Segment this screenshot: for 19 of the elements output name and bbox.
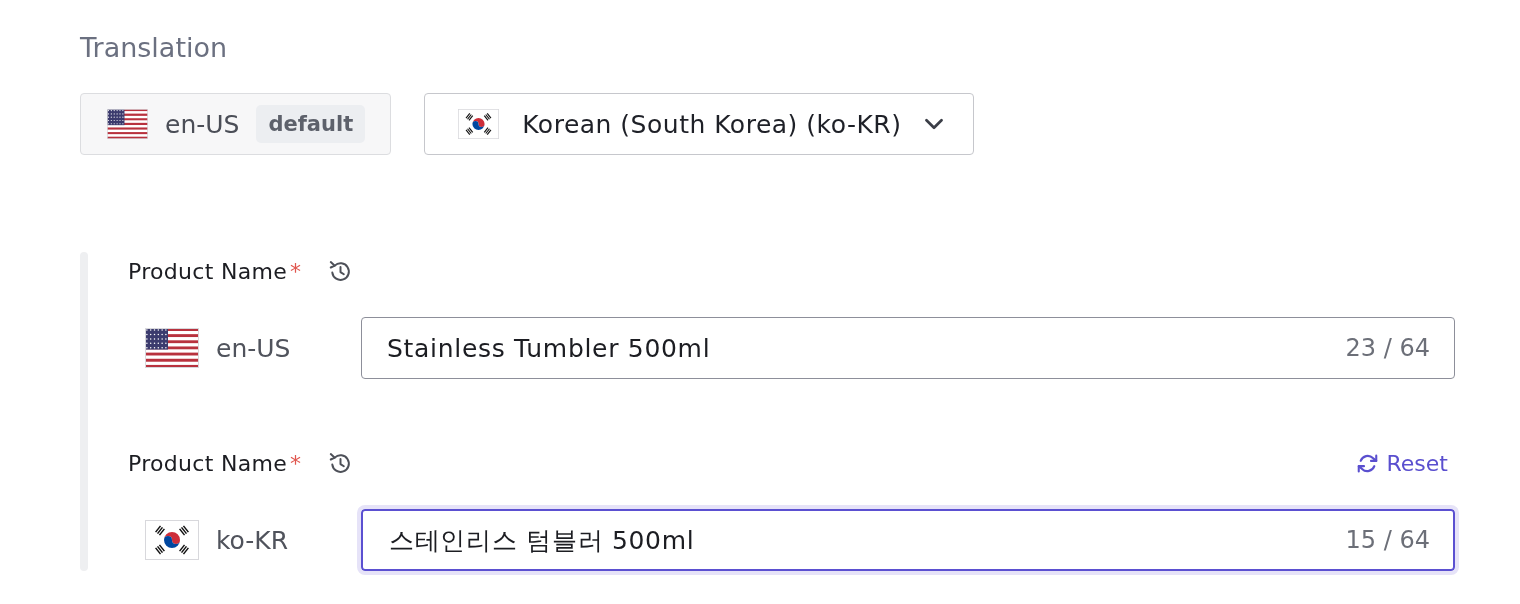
korean-flag-icon [145,520,199,560]
reset-link[interactable]: Reset [1356,450,1448,476]
section-title: Translation [80,32,228,64]
character-counter: 15 / 64 [1345,526,1430,554]
default-badge: default [256,105,366,143]
locale-code: en-US [165,109,240,139]
language-dropdown[interactable]: Korean (South Korea) (ko-KR) [424,93,975,155]
field-label: Product Name* [128,450,302,476]
us-flag-icon [107,109,148,139]
locale-code: en-US [216,333,291,363]
history-icon[interactable] [329,259,353,283]
history-icon[interactable] [329,451,353,475]
character-counter: 23 / 64 [1345,334,1430,362]
chevron-down-icon [925,118,944,130]
locale-code: ko-KR [216,525,289,555]
us-flag-icon [145,328,199,368]
refresh-icon [1356,452,1378,474]
korean-flag-icon [458,109,500,139]
field-label: Product Name* [128,258,302,284]
